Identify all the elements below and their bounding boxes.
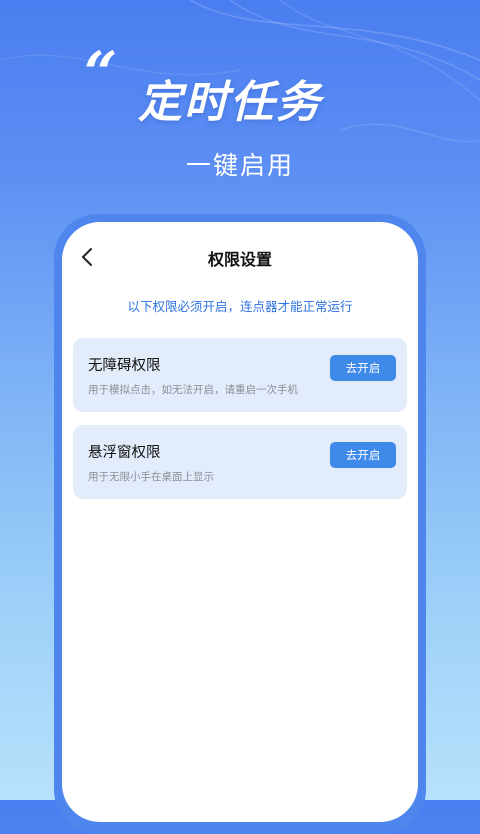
permission-card-overlay: 悬浮窗权限 用于无限小手在桌面上显示 去开启 [73, 425, 407, 499]
permission-title: 无障碍权限 [88, 358, 161, 374]
phone-screen: 权限设置 以下权限必须开启，连点器才能正常运行 无障碍权限 用于模拟点击，如无法… [62, 222, 418, 822]
permission-description: 用于模拟点击，如无法开启，请重启一次手机 [88, 384, 298, 396]
hero-subtitle: 一键启用 [186, 151, 295, 180]
permission-notice: 以下权限必须开启，连点器才能正常运行 [127, 299, 353, 314]
enable-accessibility-button[interactable]: 去开启 [330, 355, 396, 381]
page-title: 权限设置 [207, 250, 272, 269]
permission-card-accessibility: 无障碍权限 用于模拟点击，如无法开启，请重启一次手机 去开启 [73, 338, 407, 412]
hero-title: 定时任务 [138, 77, 322, 128]
enable-overlay-button[interactable]: 去开启 [330, 442, 396, 468]
permission-description: 用于无限小手在桌面上显示 [88, 471, 214, 483]
quote-mark-icon: “ [84, 39, 118, 107]
permission-title: 悬浮窗权限 [88, 445, 161, 461]
